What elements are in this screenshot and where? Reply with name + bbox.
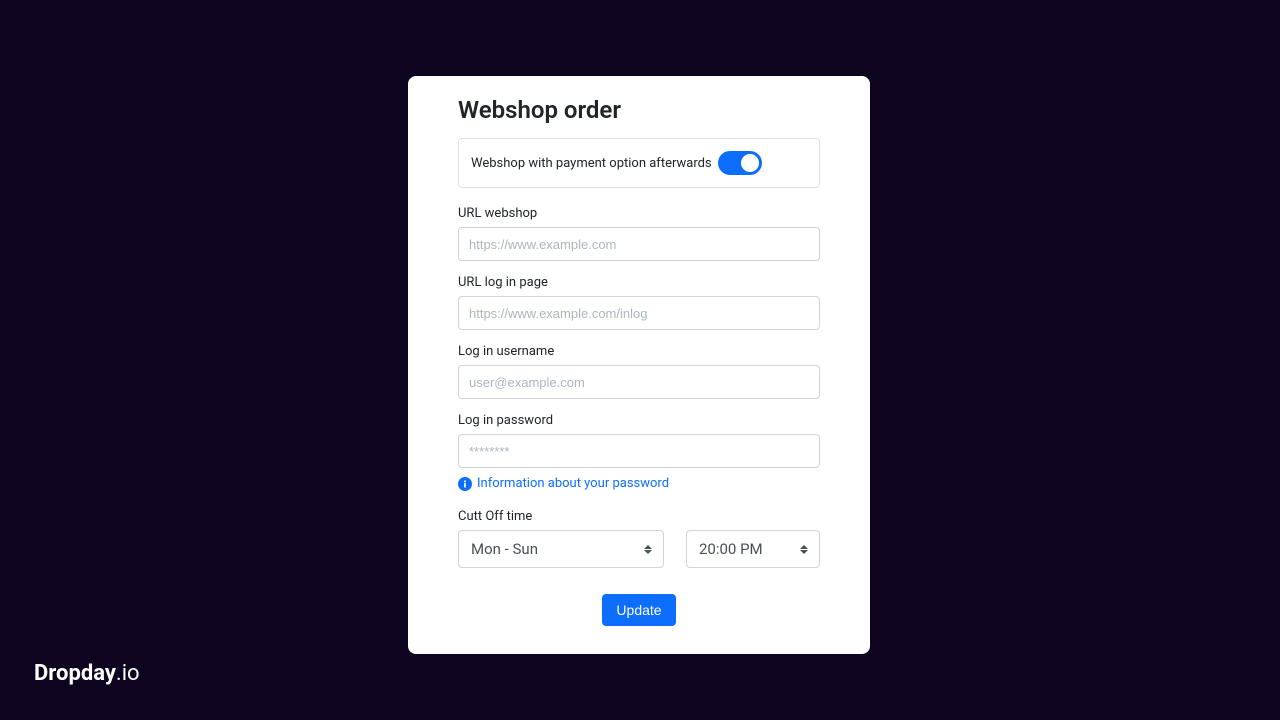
brand-bold: Dropday [34, 661, 116, 686]
url-webshop-label: URL webshop [458, 206, 820, 221]
cutoff-row: Mon - Sun 20:00 PM [458, 530, 820, 568]
cutoff-time-wrap: 20:00 PM [686, 530, 820, 568]
password-input[interactable] [458, 434, 820, 468]
payment-option-toggle[interactable] [718, 151, 762, 175]
url-login-label: URL log in page [458, 275, 820, 290]
username-label: Log in username [458, 344, 820, 359]
toggle-knob [741, 154, 759, 172]
url-login-input[interactable] [458, 296, 820, 330]
cutoff-days-select[interactable]: Mon - Sun [458, 530, 664, 568]
cutoff-label: Cutt Off time [458, 509, 820, 524]
info-circle-icon [458, 477, 472, 491]
card-title: Webshop order [458, 96, 820, 124]
password-label: Log in password [458, 413, 820, 428]
password-info-link[interactable]: Information about your password [458, 476, 820, 491]
password-info-text: Information about your password [477, 476, 669, 491]
brand-logo: Dropday.io [34, 661, 140, 686]
cutoff-time-select[interactable]: 20:00 PM [686, 530, 820, 568]
webshop-order-card: Webshop order Webshop with payment optio… [408, 76, 870, 654]
url-webshop-input[interactable] [458, 227, 820, 261]
update-button[interactable]: Update [602, 594, 675, 626]
username-input[interactable] [458, 365, 820, 399]
cutoff-days-value: Mon - Sun [471, 540, 538, 558]
brand-thin: .io [116, 661, 140, 686]
cutoff-time-value: 20:00 PM [699, 540, 763, 558]
payment-option-label: Webshop with payment option afterwards [471, 156, 712, 171]
payment-option-box: Webshop with payment option afterwards [458, 138, 820, 188]
cutoff-days-wrap: Mon - Sun [458, 530, 664, 568]
submit-row: Update [458, 594, 820, 626]
